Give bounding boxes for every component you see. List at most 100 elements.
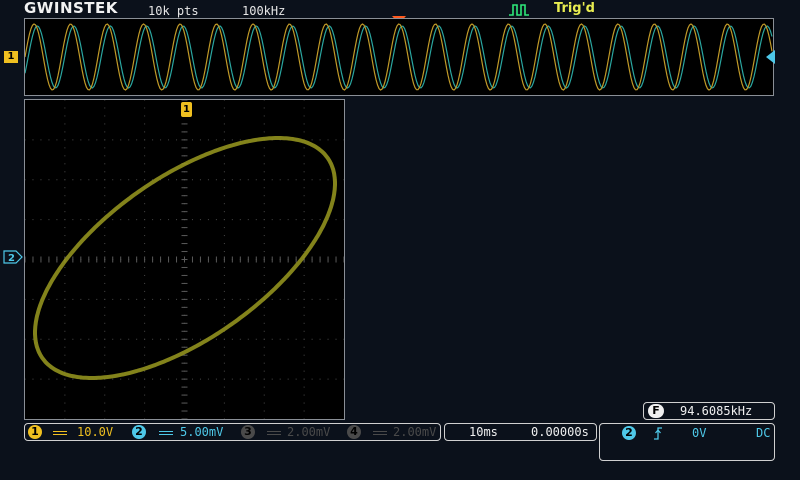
- grid-dot: [24, 139, 26, 141]
- grid-dot: [152, 219, 154, 221]
- timebase-box[interactable]: 10ms 0.00000s: [444, 423, 597, 441]
- grid-dot: [255, 219, 257, 221]
- grid-dot: [104, 290, 106, 292]
- grid-dot: [223, 282, 225, 284]
- grid-dot: [64, 354, 66, 356]
- frequency-measurement[interactable]: F 94.6085kHz: [643, 402, 775, 420]
- grid-dot: [287, 298, 289, 300]
- grid-dot: [64, 147, 66, 149]
- grid-dot: [279, 219, 281, 221]
- grid-dot: [327, 298, 329, 300]
- xy-display[interactable]: [24, 99, 345, 420]
- grid-dot: [223, 346, 225, 348]
- grid-dot: [223, 243, 225, 245]
- grid-dot: [263, 378, 265, 380]
- grid-dot: [152, 338, 154, 340]
- grid-dot: [64, 155, 66, 157]
- grid-dot: [144, 362, 146, 364]
- grid-dot: [88, 338, 90, 340]
- grid-dot: [223, 99, 225, 101]
- grid-dot: [263, 338, 265, 340]
- grid-dot: [80, 179, 82, 181]
- grid-dot: [64, 370, 66, 372]
- ch1-position-marker[interactable]: 1: [181, 102, 192, 117]
- grid-dot: [303, 266, 305, 268]
- grid-dot: [263, 155, 265, 157]
- grid-dot: [64, 274, 66, 276]
- grid-dot: [303, 282, 305, 284]
- grid-dot: [271, 298, 273, 300]
- ch3-scale[interactable]: 2.00mV: [287, 425, 330, 439]
- grid-dot: [168, 179, 170, 181]
- horizontal-position[interactable]: 0.00000s: [531, 425, 589, 439]
- grid-dot: [32, 298, 34, 300]
- grid-dot: [311, 338, 313, 340]
- ch1-scale[interactable]: 10.0V: [77, 425, 113, 439]
- grid-dot: [199, 298, 201, 300]
- grid-dot: [144, 394, 146, 396]
- time-per-div[interactable]: 10ms: [469, 425, 498, 439]
- grid-dot: [80, 298, 82, 300]
- grid-dot: [104, 211, 106, 213]
- grid-dot: [335, 219, 337, 221]
- grid-dot: [88, 219, 90, 221]
- ch2-trigger-level-icon[interactable]: [766, 50, 775, 64]
- grid-dot: [64, 211, 66, 213]
- grid-dot: [263, 147, 265, 149]
- rising-edge-icon[interactable]: [652, 425, 664, 441]
- grid-dot: [223, 410, 225, 412]
- grid-dot: [295, 338, 297, 340]
- grid-dot: [120, 298, 122, 300]
- grid-dot: [303, 99, 305, 101]
- grid-dot: [64, 99, 66, 101]
- trigger-settings-box[interactable]: 2 0V DC: [599, 423, 775, 461]
- overview-waveforms: [24, 23, 773, 91]
- grid-dot: [144, 266, 146, 268]
- grid-dot: [144, 195, 146, 197]
- ch2-badge[interactable]: 2: [132, 425, 146, 439]
- grid-dot: [120, 219, 122, 221]
- grid-dot: [176, 378, 178, 380]
- frequency-value: 94.6085kHz: [680, 404, 753, 418]
- trigger-status: Trig'd: [554, 1, 595, 16]
- grid-dot: [207, 139, 209, 141]
- grid-dot: [191, 298, 193, 300]
- grid-dot: [327, 338, 329, 340]
- grid-dot: [80, 139, 82, 141]
- grid-dot: [271, 378, 273, 380]
- ch1-level-marker[interactable]: 1: [4, 51, 18, 63]
- grid-dot: [64, 187, 66, 189]
- channel-scale-bar[interactable]: 1 10.0V 2 5.00mV 3 2.00mV 4 2.00mV: [24, 423, 441, 441]
- grid-dot: [104, 418, 106, 420]
- brand-logo: GWINSTEK: [24, 0, 118, 17]
- waveform-overview[interactable]: [24, 18, 774, 96]
- grid-dot: [303, 394, 305, 396]
- trigger-level[interactable]: 0V: [692, 426, 706, 440]
- ch1-badge[interactable]: 1: [28, 425, 42, 439]
- ch2-position-marker[interactable]: 2: [3, 250, 23, 264]
- grid-dot: [104, 362, 106, 364]
- grid-dot: [223, 179, 225, 181]
- ch2-scale[interactable]: 5.00mV: [180, 425, 223, 439]
- grid-dot: [207, 298, 209, 300]
- ch3-badge[interactable]: 3: [241, 425, 255, 439]
- grid-dot: [239, 179, 241, 181]
- trigger-coupling[interactable]: DC: [756, 426, 770, 440]
- grid-dot: [112, 219, 114, 221]
- grid-dot: [303, 147, 305, 149]
- grid-dot: [223, 314, 225, 316]
- grid-dot: [207, 219, 209, 221]
- grid-dot: [303, 235, 305, 237]
- grid-dot: [120, 338, 122, 340]
- grid-dot: [64, 123, 66, 125]
- grid-dot: [144, 386, 146, 388]
- grid-dot: [295, 378, 297, 380]
- grid-dot: [255, 378, 257, 380]
- ch4-badge[interactable]: 4: [347, 425, 361, 439]
- ch4-scale[interactable]: 2.00mV: [393, 425, 436, 439]
- grid-dot: [64, 227, 66, 229]
- grid-dot: [104, 195, 106, 197]
- grid-dot: [64, 314, 66, 316]
- trigger-source-badge[interactable]: 2: [622, 426, 636, 440]
- grid-dot: [112, 338, 114, 340]
